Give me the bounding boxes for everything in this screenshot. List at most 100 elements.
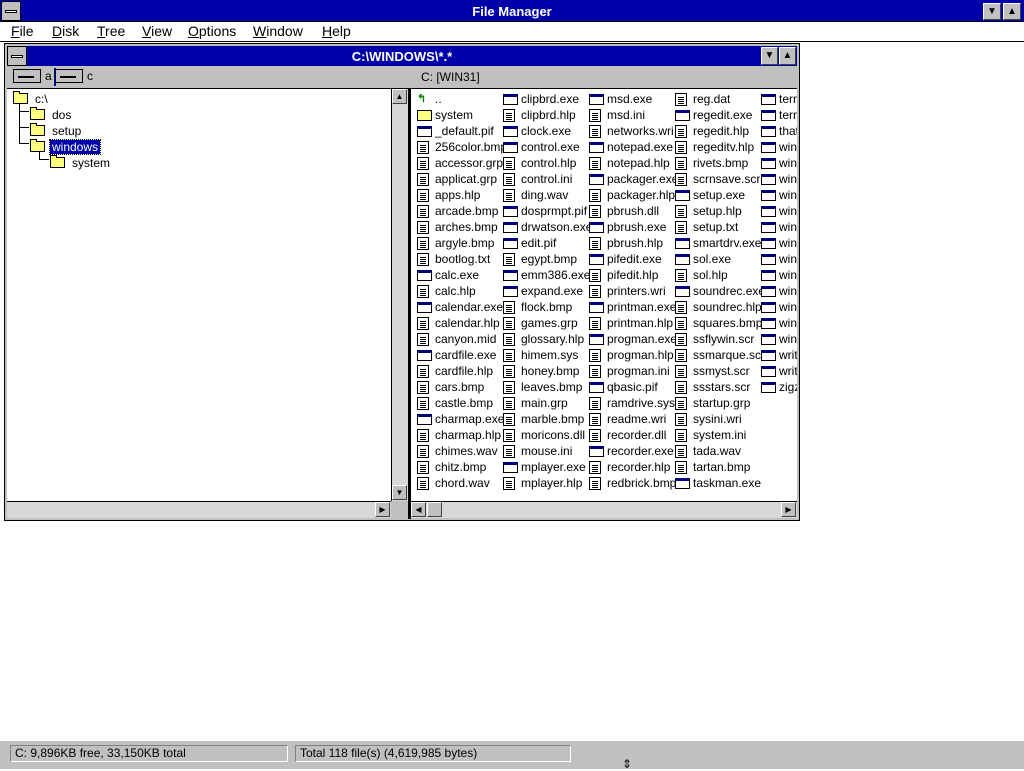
document-icon bbox=[589, 269, 601, 282]
file-name: calendar.hlp bbox=[435, 316, 500, 330]
file-name: sol.exe bbox=[693, 252, 732, 266]
scroll-left-arrow-icon[interactable]: ◀ bbox=[411, 502, 426, 517]
program-icon bbox=[761, 158, 776, 169]
menu-file[interactable]: File bbox=[11, 23, 34, 39]
menu-view[interactable]: View bbox=[142, 23, 172, 39]
document-icon bbox=[503, 317, 515, 330]
file-name: smartdrv.exe bbox=[693, 236, 762, 250]
file-name: dosprmpt.pif bbox=[521, 204, 588, 218]
file-name: accessor.grp bbox=[435, 156, 504, 170]
document-icon bbox=[675, 141, 687, 154]
scroll-up-arrow-icon[interactable]: ▲ bbox=[392, 89, 407, 104]
scroll-right-arrow-icon[interactable]: ▶ bbox=[781, 502, 796, 517]
folder-icon bbox=[50, 155, 65, 168]
file-list[interactable]: ↰.. system _default.pif 256color.bmp accesso… bbox=[411, 89, 797, 501]
file-name: printers.wri bbox=[607, 284, 666, 298]
menu-help[interactable]: Help bbox=[322, 23, 351, 39]
program-icon bbox=[761, 110, 776, 121]
file-name: charmap.exe bbox=[435, 412, 505, 426]
file-name: regeditv.hlp bbox=[693, 140, 755, 154]
program-icon bbox=[417, 270, 432, 281]
minimize-button[interactable]: ▼ bbox=[983, 3, 1001, 20]
document-icon bbox=[589, 349, 601, 362]
program-icon bbox=[503, 462, 518, 473]
file-name: wintu bbox=[779, 300, 797, 314]
file-name: edit.pif bbox=[521, 236, 557, 250]
file-name: sysini.wri bbox=[693, 412, 742, 426]
menu-disk[interactable]: Disk bbox=[52, 23, 79, 39]
program-icon bbox=[761, 350, 776, 361]
file-name: winh bbox=[779, 220, 797, 234]
scroll-down-arrow-icon[interactable]: ▼ bbox=[392, 485, 407, 500]
file-name: moricons.dll bbox=[521, 428, 586, 442]
file-name: rivets.bmp bbox=[693, 156, 749, 170]
file-name: progman.hlp bbox=[607, 348, 674, 362]
file-name: taskman.exe bbox=[693, 476, 762, 490]
file-name: glossary.hlp bbox=[521, 332, 585, 346]
directory-tree[interactable]: c:\ dos setup windows system bbox=[7, 89, 391, 501]
file-name: clipbrd.exe bbox=[521, 92, 580, 106]
file-name: pifedit.exe bbox=[607, 252, 662, 266]
scroll-thumb[interactable] bbox=[427, 502, 442, 517]
tree-horizontal-scrollbar[interactable]: ▶ bbox=[7, 501, 391, 518]
scroll-right-arrow-icon[interactable]: ▶ bbox=[375, 502, 390, 517]
directory-window-title-bar[interactable]: C:\WINDOWS\*.* ▼ ▲ bbox=[7, 46, 797, 66]
file-name: charmap.hlp bbox=[435, 428, 502, 442]
document-icon bbox=[417, 445, 429, 458]
tree-vertical-scrollbar[interactable]: ▲ ▼ bbox=[391, 89, 409, 501]
document-icon bbox=[675, 413, 687, 426]
file-name: pbrush.dll bbox=[607, 204, 660, 218]
file-name: startup.grp bbox=[693, 396, 751, 410]
program-icon bbox=[589, 382, 604, 393]
file-name: msd.exe bbox=[607, 92, 653, 106]
document-icon bbox=[589, 365, 601, 378]
document-icon bbox=[503, 429, 515, 442]
file-name: flock.bmp bbox=[521, 300, 573, 314]
menu-options[interactable]: Options bbox=[188, 23, 236, 39]
file-name: regedit.hlp bbox=[693, 124, 750, 138]
menu-tree[interactable]: Tree bbox=[97, 23, 125, 39]
file-name: write bbox=[779, 364, 797, 378]
program-icon bbox=[589, 142, 604, 153]
files-horizontal-scrollbar[interactable]: ◀ ▶ bbox=[411, 501, 797, 518]
file-name: ssmyst.scr bbox=[693, 364, 750, 378]
program-icon bbox=[417, 414, 432, 425]
file-name: setup.exe bbox=[693, 188, 746, 202]
file-name: recorder.dll bbox=[607, 428, 667, 442]
program-icon bbox=[417, 350, 432, 361]
file-name: termi bbox=[779, 92, 797, 106]
file-name: winin bbox=[779, 236, 797, 250]
document-icon bbox=[503, 445, 515, 458]
menu-window[interactable]: Window bbox=[253, 23, 303, 39]
file-name: progman.ini bbox=[607, 364, 670, 378]
document-icon bbox=[417, 381, 429, 394]
program-icon bbox=[417, 302, 432, 313]
maximize-button[interactable]: ▲ bbox=[1003, 3, 1021, 20]
file-name: winfi bbox=[779, 172, 797, 186]
file-name: sol.hlp bbox=[693, 268, 728, 282]
child-minimize-button[interactable]: ▼ bbox=[761, 47, 778, 65]
program-icon bbox=[503, 142, 518, 153]
file-name: soundrec.hlp bbox=[693, 300, 762, 314]
document-icon bbox=[675, 125, 687, 138]
document-icon bbox=[417, 397, 429, 410]
file-name: clipbrd.hlp bbox=[521, 108, 576, 122]
program-icon bbox=[675, 110, 690, 121]
file-name: printman.hlp bbox=[607, 316, 674, 330]
child-maximize-button[interactable]: ▲ bbox=[779, 47, 796, 65]
file-name: qbasic.pif bbox=[607, 380, 658, 394]
file-name: packager.hlp bbox=[607, 188, 676, 202]
document-icon bbox=[675, 269, 687, 282]
file-name: recorder.exe bbox=[607, 444, 674, 458]
program-icon bbox=[675, 286, 690, 297]
file-name: chimes.wav bbox=[435, 444, 498, 458]
document-icon bbox=[675, 381, 687, 394]
program-icon bbox=[761, 382, 776, 393]
file-name: tartan.bmp bbox=[693, 460, 751, 474]
file-name: ssmarque.scr bbox=[693, 348, 766, 362]
document-icon bbox=[589, 413, 601, 426]
document-icon bbox=[589, 125, 601, 138]
disk-space-status: C: 9,896KB free, 33,150KB total bbox=[10, 745, 288, 762]
file-name: games.grp bbox=[521, 316, 578, 330]
status-bar: C: 9,896KB free, 33,150KB total Total 11… bbox=[0, 740, 1024, 769]
